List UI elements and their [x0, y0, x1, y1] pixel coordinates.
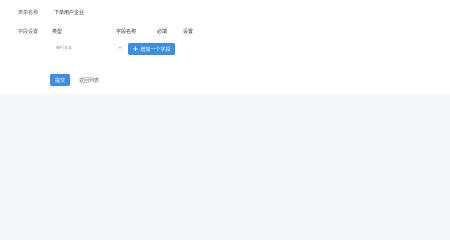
- submit-button[interactable]: 提交: [50, 74, 70, 86]
- fields-section-label: 字段设置: [18, 29, 39, 35]
- field-type-select[interactable]: 单行文本 ▾: [52, 43, 125, 53]
- form-name-value[interactable]: 下单用户企业: [54, 9, 84, 16]
- form-name-row: 表单名称 下单用户企业: [18, 7, 84, 17]
- back-to-list-button[interactable]: 返回列表: [79, 75, 99, 85]
- form-name-label: 表单名称: [18, 9, 39, 16]
- form-card: 表单名称 下单用户企业 字段设置 类型 字段名称 必填 设置 单行文本 ▾ + …: [0, 0, 450, 94]
- page: 表单名称 下单用户企业 字段设置 类型 字段名称 必填 设置 单行文本 ▾ + …: [0, 0, 450, 203]
- field-type-select-text: 单行文本: [56, 45, 72, 50]
- column-settings: 设置: [183, 29, 194, 35]
- column-required: 必填: [157, 29, 168, 35]
- column-field-name: 字段名称: [116, 29, 137, 35]
- chevron-down-icon: ▾: [118, 45, 121, 50]
- plus-icon: +: [132, 44, 139, 53]
- add-field-button[interactable]: + 增加一个字段: [128, 43, 175, 55]
- add-field-button-label: 增加一个字段: [140, 46, 171, 53]
- column-type: 类型: [52, 29, 63, 35]
